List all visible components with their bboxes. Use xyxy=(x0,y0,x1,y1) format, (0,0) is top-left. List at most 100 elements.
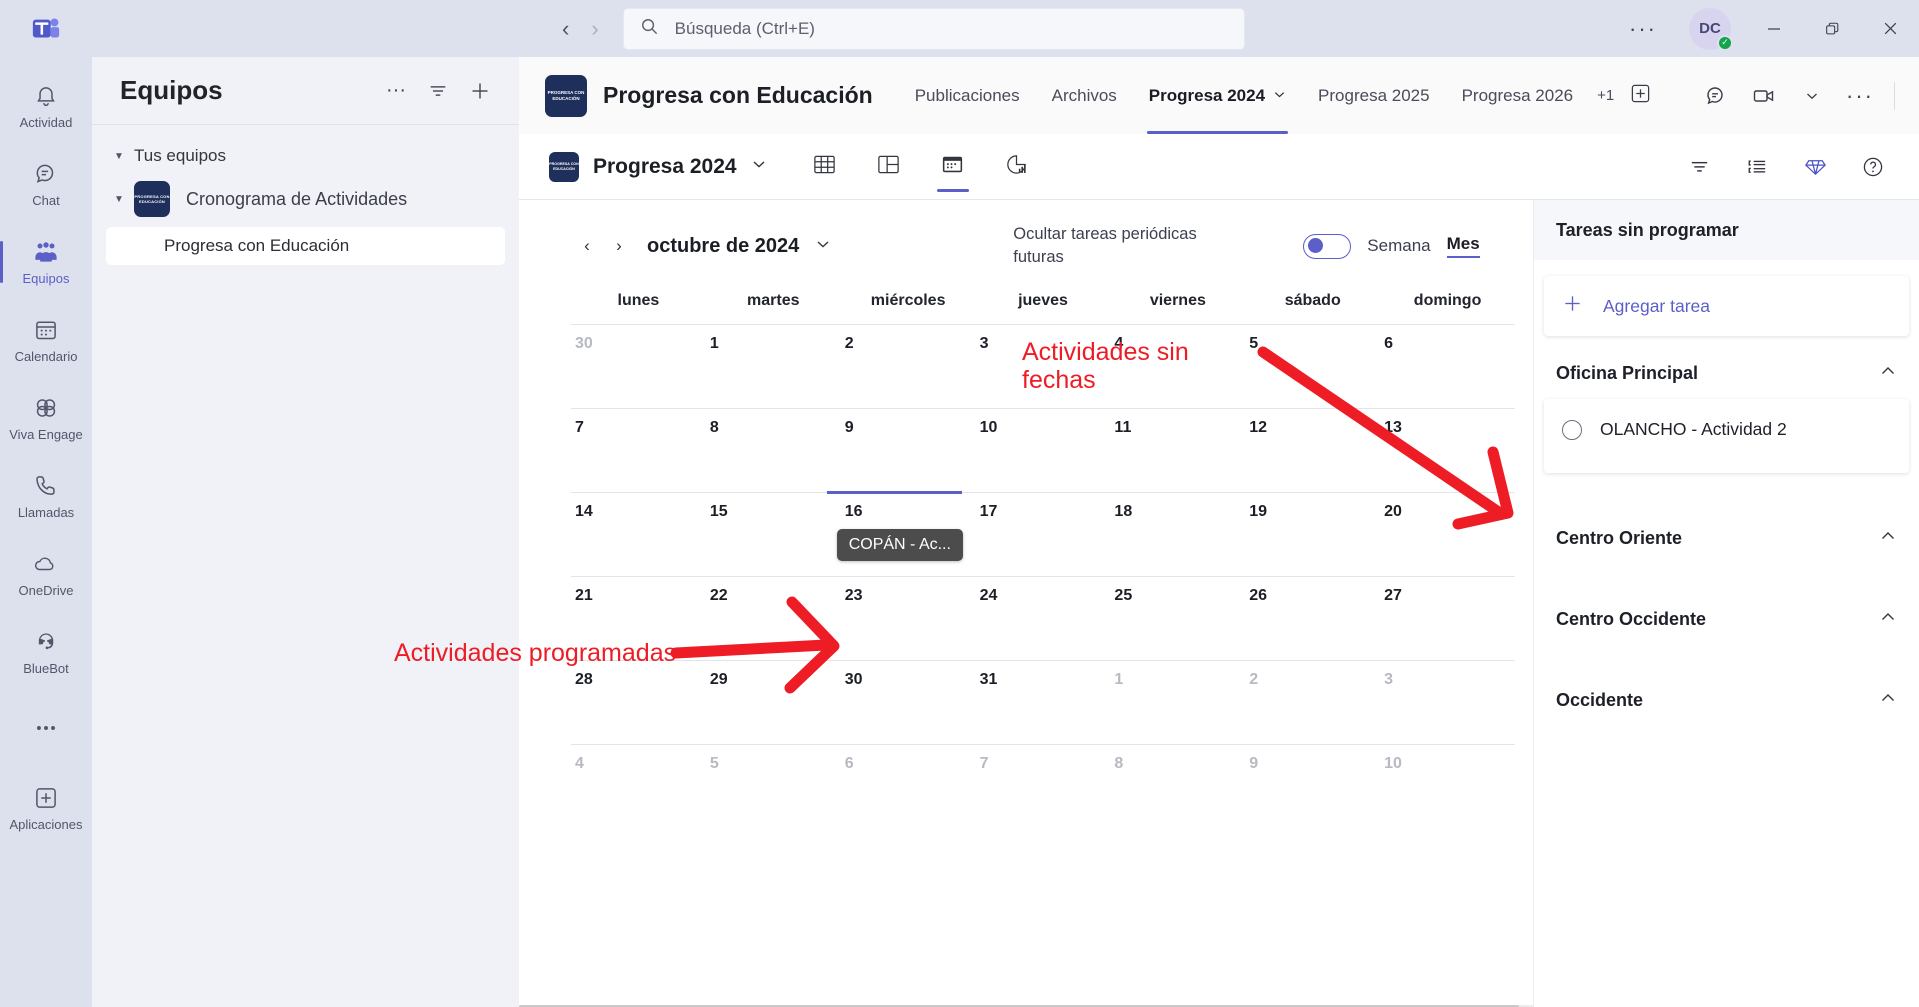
calendar-day-cell[interactable]: 26 xyxy=(1245,577,1380,660)
sidebar-item-calendario[interactable]: Calendario xyxy=(0,301,92,379)
chevron-up-icon[interactable] xyxy=(1879,689,1897,712)
teams-more-button[interactable]: ··· xyxy=(375,70,417,112)
bucket-header-occidente[interactable]: Occidente xyxy=(1534,689,1919,712)
calendar-day-cell-today[interactable]: 16 COPÁN - Ac... xyxy=(826,491,976,576)
charts-view-button[interactable] xyxy=(995,134,1039,200)
calendar-day-cell[interactable]: 7 xyxy=(571,409,706,492)
meet-video-icon[interactable] xyxy=(1742,74,1786,118)
add-task-button[interactable]: Agregar tarea xyxy=(1544,276,1909,336)
next-month-button[interactable]: › xyxy=(603,230,635,262)
plan-dropdown-icon[interactable] xyxy=(751,156,767,177)
calendar-day-cell[interactable]: 14 xyxy=(571,493,706,576)
hide-recurring-toggle[interactable] xyxy=(1303,233,1352,259)
sidebar-item-actividad[interactable]: Actividad xyxy=(0,67,92,145)
calendar-day-cell[interactable]: 29 xyxy=(706,661,841,744)
calendar-day-cell[interactable]: 20 xyxy=(1380,493,1515,576)
sidebar-item-aplicaciones[interactable]: Aplicaciones xyxy=(0,769,92,847)
unscheduled-task-item[interactable]: OLANCHO - Actividad 2 xyxy=(1544,399,1909,473)
channel-more-button[interactable]: ··· xyxy=(1838,74,1882,118)
calendar-day-cell[interactable]: 17 xyxy=(976,493,1111,576)
calendar-day-cell[interactable]: 13 xyxy=(1380,409,1515,492)
meet-dropdown-icon[interactable] xyxy=(1790,74,1834,118)
search-input[interactable]: Búsqueda (Ctrl+E) xyxy=(622,7,1245,50)
calendar-day-cell[interactable]: 1 xyxy=(1110,661,1245,744)
titlebar-more-button[interactable]: ··· xyxy=(1611,16,1675,42)
segment-month[interactable]: Mes xyxy=(1446,234,1480,258)
calendar-day-cell[interactable]: 10 xyxy=(976,409,1111,492)
sidebar-item-bluebot[interactable]: BlueBot xyxy=(0,613,92,691)
bucket-header-centro-oriente[interactable]: Centro Oriente xyxy=(1534,527,1919,550)
teams-group-header[interactable]: ▼ Tus equipos xyxy=(92,139,519,173)
board-view-button[interactable] xyxy=(867,134,911,200)
restore-button[interactable] xyxy=(1803,0,1861,57)
segment-week[interactable]: Semana xyxy=(1367,236,1430,256)
calendar-day-cell[interactable]: 1 xyxy=(706,325,841,408)
add-team-icon[interactable] xyxy=(459,70,501,112)
calendar-day-cell[interactable]: 22 xyxy=(706,577,841,660)
calendar-day-cell[interactable]: 18 xyxy=(1110,493,1245,576)
calendar-day-cell[interactable]: 19 xyxy=(1245,493,1380,576)
calendar-day-cell[interactable]: 30 xyxy=(571,325,706,408)
prev-month-button[interactable]: ‹ xyxy=(571,230,603,262)
sidebar-item-chat[interactable]: Chat xyxy=(0,145,92,223)
calendar-day-cell[interactable]: 6 xyxy=(1380,325,1515,408)
calendar-day-cell[interactable]: 25 xyxy=(1110,577,1245,660)
chevron-up-icon[interactable] xyxy=(1879,527,1897,550)
calendar-day-cell[interactable]: 4 xyxy=(1110,325,1245,408)
calendar-day-cell[interactable]: 23 xyxy=(841,577,976,660)
close-button[interactable] xyxy=(1861,0,1919,57)
calendar-day-cell[interactable]: 3 xyxy=(1380,661,1515,744)
teams-filter-icon[interactable] xyxy=(417,70,459,112)
filter-icon[interactable] xyxy=(1679,147,1719,187)
calendar-day-cell[interactable]: 2 xyxy=(1245,661,1380,744)
calendar-day-cell[interactable]: 15 xyxy=(706,493,841,576)
add-tab-icon[interactable] xyxy=(1622,83,1659,108)
calendar-day-cell[interactable]: 12 xyxy=(1245,409,1380,492)
sidebar-item-equipos[interactable]: Equipos xyxy=(0,223,92,301)
calendar-day-cell[interactable]: 27 xyxy=(1380,577,1515,660)
calendar-day-cell[interactable]: 10 xyxy=(1380,745,1515,828)
calendar-day-cell[interactable]: 8 xyxy=(1110,745,1245,828)
chevron-up-icon[interactable] xyxy=(1879,362,1897,385)
calendar-day-cell[interactable]: 6 xyxy=(841,745,976,828)
grid-view-button[interactable] xyxy=(803,134,847,200)
bucket-header-oficina-principal[interactable]: Oficina Principal xyxy=(1534,362,1919,385)
minimize-button[interactable] xyxy=(1745,0,1803,57)
calendar-day-cell[interactable]: 5 xyxy=(1245,325,1380,408)
avatar[interactable]: DC ✓ xyxy=(1689,7,1733,51)
overflow-tabs-count[interactable]: +1 xyxy=(1589,87,1622,104)
calendar-day-cell[interactable]: 30 xyxy=(841,661,976,744)
scheduled-task-chip[interactable]: COPÁN - Ac... xyxy=(836,529,963,561)
group-by-icon[interactable] xyxy=(1737,147,1777,187)
calendar-day-cell[interactable]: 9 xyxy=(1245,745,1380,828)
team-item[interactable]: ▼ PROGRESA CON EDUCACIÓN Cronograma de A… xyxy=(92,173,519,225)
task-complete-radio[interactable] xyxy=(1562,420,1582,440)
calendar-day-cell[interactable]: 24 xyxy=(976,577,1111,660)
chevron-up-icon[interactable] xyxy=(1879,608,1897,631)
sidebar-item-onedrive[interactable]: OneDrive xyxy=(0,535,92,613)
calendar-day-cell[interactable]: 2 xyxy=(841,325,976,408)
back-button[interactable]: ‹ xyxy=(562,17,569,40)
schedule-view-button[interactable] xyxy=(931,134,975,200)
calendar-day-cell[interactable]: 5 xyxy=(706,745,841,828)
calendar-day-cell[interactable]: 8 xyxy=(706,409,841,492)
calendar-day-cell[interactable]: 9 xyxy=(841,409,976,492)
tab-progresa-2026[interactable]: Progresa 2026 xyxy=(1446,57,1590,134)
calendar-day-cell[interactable]: 7 xyxy=(976,745,1111,828)
sidebar-item-channel-progresa[interactable]: Progresa con Educación xyxy=(106,227,505,265)
calendar-day-cell[interactable]: 21 xyxy=(571,577,706,660)
premium-diamond-icon[interactable] xyxy=(1795,147,1835,187)
calendar-day-cell[interactable]: 11 xyxy=(1110,409,1245,492)
chevron-down-icon[interactable]: ▼ xyxy=(114,194,134,205)
chevron-down-icon[interactable] xyxy=(1273,86,1286,106)
tab-progresa-2024[interactable]: Progresa 2024 xyxy=(1133,57,1302,134)
calendar-day-cell[interactable]: 31 xyxy=(976,661,1111,744)
chat-icon[interactable] xyxy=(1694,74,1738,118)
sidebar-item-llamadas[interactable]: Llamadas xyxy=(0,457,92,535)
calendar-day-cell[interactable]: 28 xyxy=(571,661,706,744)
tab-progresa-2025[interactable]: Progresa 2025 xyxy=(1302,57,1446,134)
help-icon[interactable] xyxy=(1853,147,1893,187)
tab-publicaciones[interactable]: Publicaciones xyxy=(899,57,1036,134)
month-picker-icon[interactable] xyxy=(815,236,831,257)
calendar-day-cell[interactable]: 3 xyxy=(976,325,1111,408)
